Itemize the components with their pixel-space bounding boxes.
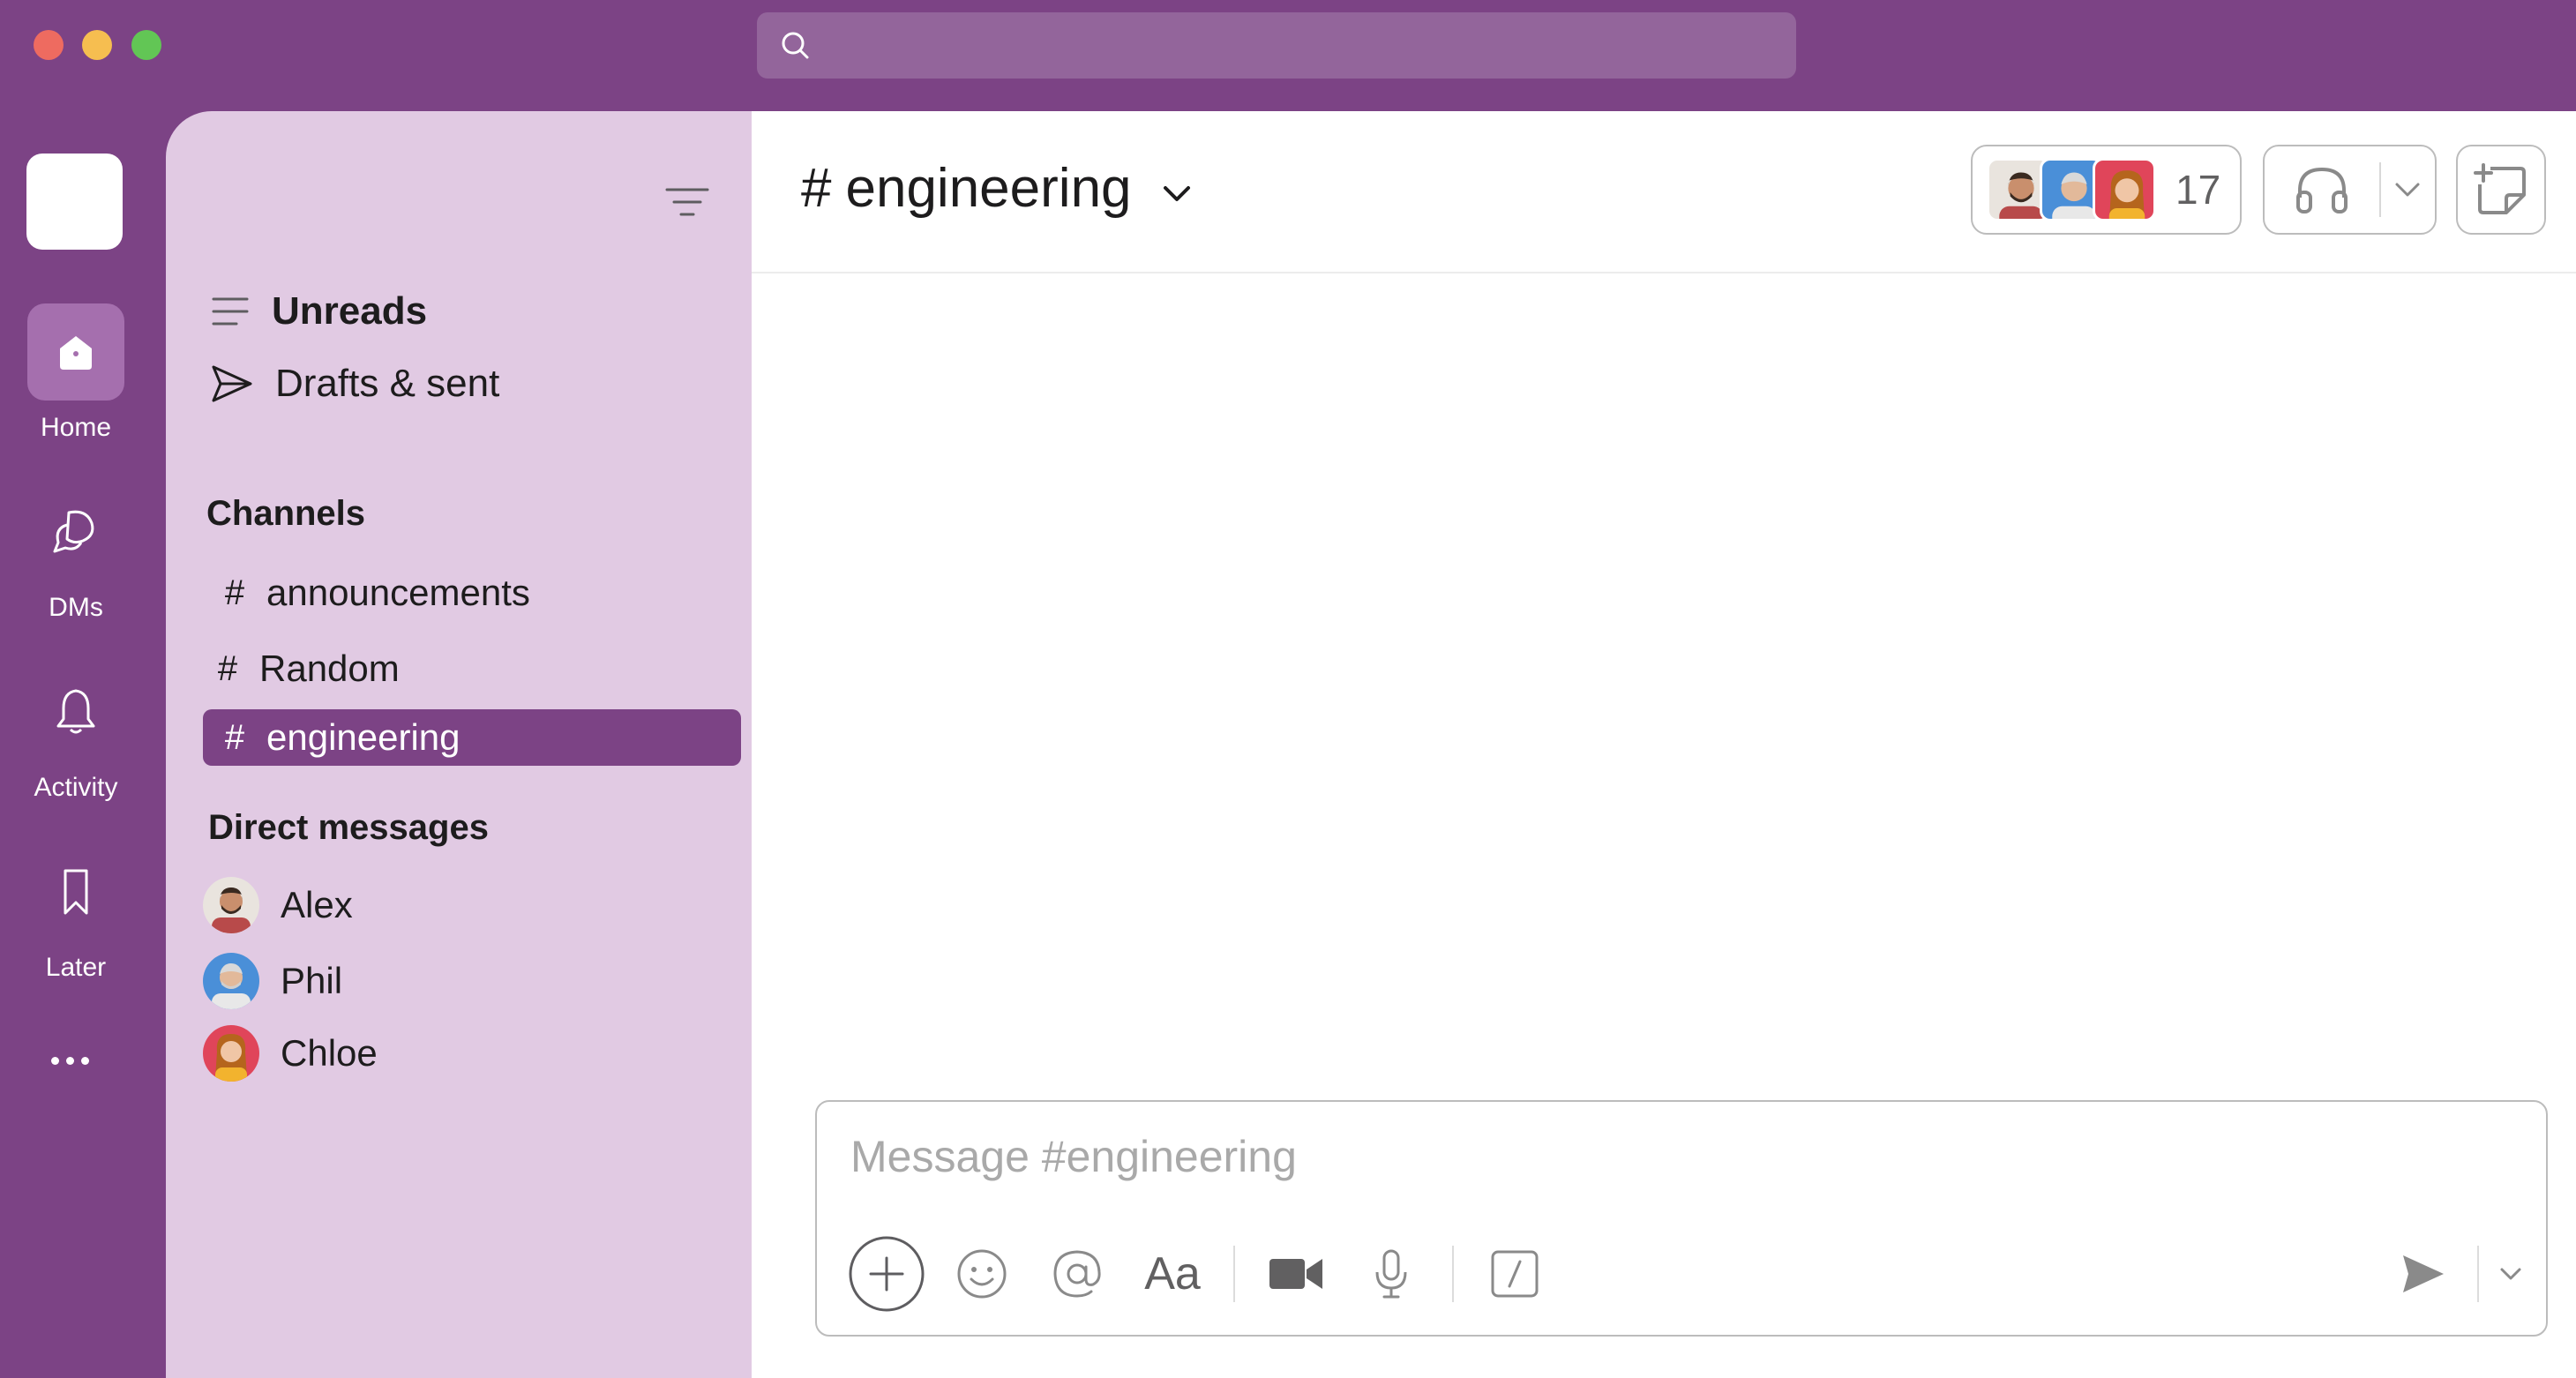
channel-random[interactable]: # Random (196, 640, 734, 697)
shortcuts-button[interactable] (1475, 1234, 1554, 1314)
video-camera-icon (1269, 1259, 1322, 1289)
send-icon (2403, 1255, 2444, 1292)
dms-icon (27, 483, 124, 580)
nav-unreads-label: Unreads (272, 289, 428, 333)
slash-command-icon (1491, 1250, 1539, 1298)
message-input[interactable] (850, 1121, 2509, 1192)
mention-button[interactable] (1037, 1234, 1117, 1314)
channel-engineering[interactable]: # engineering (203, 709, 741, 766)
page-title: engineering (845, 158, 1132, 219)
formatting-button[interactable]: Aa (1133, 1234, 1212, 1314)
hash-icon: # (217, 648, 238, 688)
chevron-down-icon (2500, 1268, 2521, 1280)
dm-item-chloe[interactable]: Chloe (203, 1025, 378, 1082)
channel-label: engineering (266, 716, 461, 758)
new-canvas-button[interactable] (2456, 145, 2546, 235)
bell-icon (27, 663, 124, 760)
workspace-logo[interactable] (26, 154, 123, 250)
filter-button[interactable] (663, 180, 712, 224)
attach-button[interactable] (847, 1234, 926, 1314)
rail-item-dms[interactable]: DMs (0, 483, 152, 623)
channel-view: # engineering 17 Message #engineering Aa (752, 111, 2576, 1378)
home-icon (27, 303, 124, 401)
channel-sidebar: Unreads Drafts & sent Channels # announc… (166, 111, 752, 1378)
channel-header: # engineering 17 (752, 111, 2576, 273)
send-button[interactable] (2384, 1234, 2463, 1314)
mention-icon (1053, 1250, 1101, 1298)
search-bar[interactable] (757, 12, 1796, 79)
message-composer: Aa (815, 1100, 2548, 1337)
minimize-window-button[interactable] (82, 30, 112, 60)
headphones-icon (2295, 167, 2348, 213)
rail-item-later[interactable]: Later (0, 843, 152, 983)
rail-item-activity[interactable]: Activity (0, 663, 152, 803)
canvas-add-icon (2474, 163, 2526, 214)
unreads-icon (212, 297, 249, 326)
hash-icon: # (224, 573, 245, 612)
emoji-button[interactable] (942, 1234, 1022, 1314)
chevron-down-icon (1163, 185, 1190, 201)
dm-label: Chloe (281, 1032, 378, 1074)
send-icon (212, 365, 252, 402)
video-button[interactable] (1256, 1234, 1336, 1314)
formatting-label: Aa (1144, 1248, 1201, 1299)
dm-label: Phil (281, 960, 343, 1001)
composer-toolbar: Aa (847, 1234, 1570, 1314)
emoji-icon (957, 1249, 1007, 1299)
more-icon[interactable] (51, 1057, 104, 1065)
close-window-button[interactable] (34, 30, 64, 60)
zoom-window-button[interactable] (131, 30, 161, 60)
hash-icon: # (224, 717, 245, 757)
plus-circle-icon (849, 1236, 925, 1312)
dm-item-alex[interactable]: Alex (203, 877, 353, 933)
search-input[interactable] (827, 12, 1780, 79)
dm-label: Alex (281, 884, 353, 925)
channel-title-button[interactable]: # engineering (801, 157, 1192, 220)
workspace-rail: Home DMs Activity Later (0, 111, 166, 1378)
divider (1452, 1246, 1454, 1302)
huddle-button-group (2263, 145, 2437, 235)
rail-label-home: Home (40, 413, 112, 442)
huddle-options-button[interactable] (2381, 146, 2435, 233)
nav-drafts-sent[interactable]: Drafts & sent (210, 362, 499, 406)
search-icon (782, 32, 809, 59)
nav-drafts-label: Drafts & sent (275, 362, 500, 405)
huddle-button[interactable] (2265, 146, 2379, 233)
channel-label: Random (259, 648, 400, 689)
avatar (203, 953, 259, 1009)
rail-label-activity: Activity (34, 773, 118, 802)
filter-icon (665, 188, 709, 216)
members-button[interactable]: 17 (1971, 145, 2242, 235)
hash-icon: # (801, 158, 832, 219)
send-group (2384, 1234, 2528, 1314)
channel-label: announcements (266, 572, 530, 613)
divider (2477, 1246, 2479, 1302)
members-count: 17 (2175, 167, 2221, 213)
channel-announcements[interactable]: # announcements (203, 565, 741, 621)
title-bar (0, 0, 2576, 111)
avatar (2093, 158, 2156, 221)
avatar (203, 1025, 259, 1082)
microphone-icon (1375, 1249, 1407, 1299)
rail-label-dms: DMs (49, 593, 103, 622)
bookmark-icon (27, 843, 124, 940)
nav-unreads[interactable]: Unreads (210, 289, 427, 333)
rail-item-home[interactable]: Home (0, 303, 152, 443)
avatar (203, 877, 259, 933)
dms-section-title[interactable]: Direct messages (208, 808, 489, 848)
divider (1233, 1246, 1235, 1302)
rail-label-later: Later (45, 953, 107, 982)
chevron-down-icon (2395, 183, 2420, 197)
audio-clip-button[interactable] (1352, 1234, 1431, 1314)
schedule-send-button[interactable] (2493, 1234, 2528, 1314)
dm-item-phil[interactable]: Phil (203, 953, 342, 1009)
channels-section-title[interactable]: Channels (206, 494, 365, 534)
